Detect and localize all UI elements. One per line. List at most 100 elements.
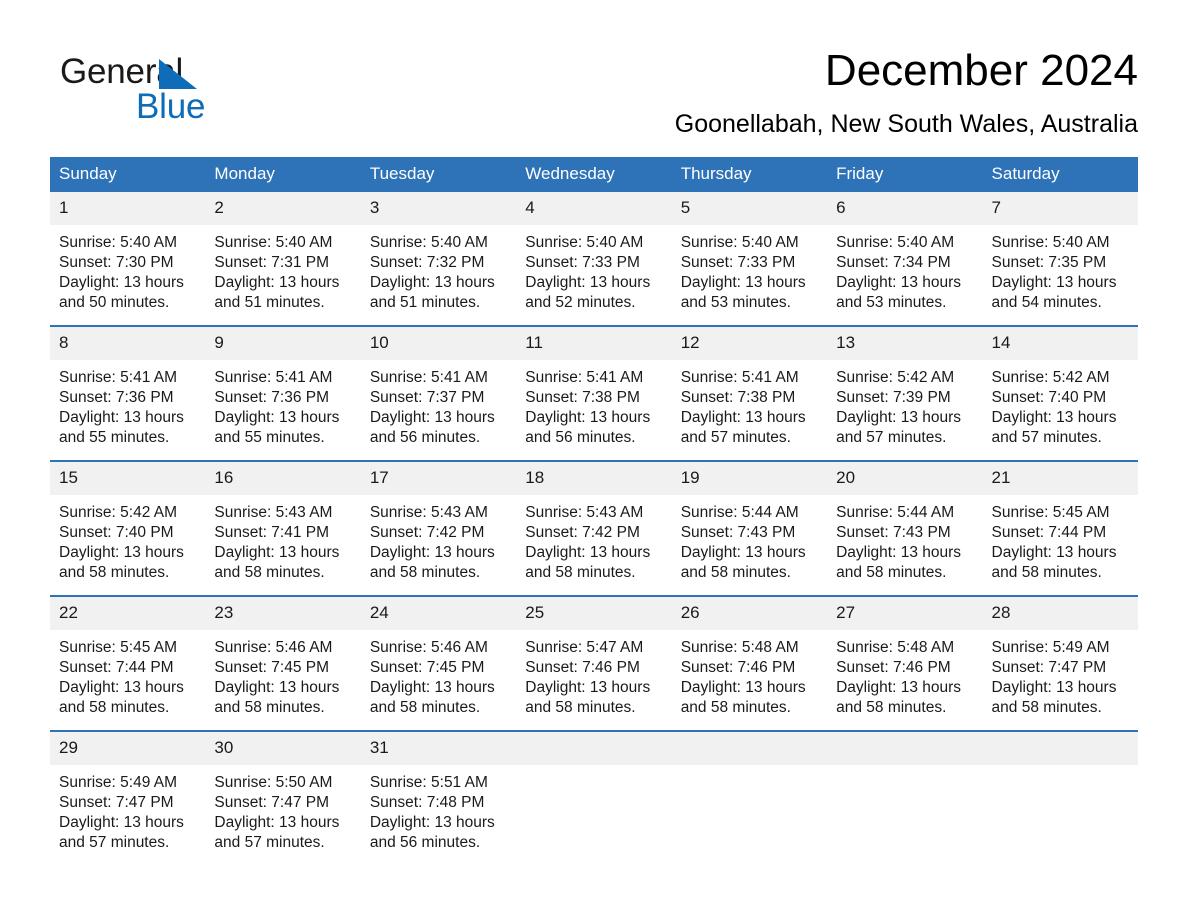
day-number: 30 — [205, 732, 361, 765]
day-cell-empty — [827, 730, 983, 865]
sunset-text: Sunset: 7:45 PM — [214, 659, 330, 676]
day-cell[interactable]: 9 Sunrise: 5:41 AM Sunset: 7:36 PM Daylight… — [205, 325, 361, 461]
sunrise-text: Sunrise: 5:42 AM — [991, 369, 1110, 386]
day-cell[interactable]: 23 Sunrise: 5:46 AM Sunset: 7:45 PM Dayligh… — [205, 595, 361, 731]
day-cell[interactable]: 14 Sunrise: 5:42 AM Sunset: 7:40 PM Dayligh… — [982, 325, 1138, 461]
general-blue-logo[interactable]: General Blue — [60, 52, 320, 132]
day-cell[interactable]: 5 Sunrise: 5:40 AM Sunset: 7:33 PM Daylight… — [671, 192, 828, 326]
sunset-text: Sunset: 7:42 PM — [369, 524, 485, 541]
sunset-text: Sunset: 7:30 PM — [59, 254, 174, 271]
sunrise-text: Sunrise: 5:43 AM — [214, 504, 333, 521]
day-cell[interactable]: 18 Sunrise: 5:43 AM Sunset: 7:42 PM Dayligh… — [516, 460, 672, 596]
daylight-text-line1: Daylight: 13 hours — [680, 274, 806, 291]
day-info: Sunrise: 5:40 AM Sunset: 7:32 PM Daylight:… — [361, 225, 516, 313]
weekday-header-friday: Friday — [827, 157, 983, 192]
day-cell[interactable]: 10 Sunrise: 5:41 AM Sunset: 7:37 PM Dayligh… — [360, 325, 517, 461]
daylight-text-line1: Daylight: 13 hours — [991, 409, 1117, 426]
day-cell[interactable]: 31 Sunrise: 5:51 AM Sunset: 7:48 PM Dayligh… — [360, 730, 517, 865]
day-cell-empty — [671, 730, 828, 865]
sunrise-text: Sunrise: 5:47 AM — [525, 639, 644, 656]
daylight-text-line1: Daylight: 13 hours — [836, 679, 962, 696]
day-cell[interactable]: 27 Sunrise: 5:48 AM Sunset: 7:46 PM Dayligh… — [827, 595, 983, 731]
daylight-text-line2: and 58 minutes. — [214, 699, 325, 716]
day-cell[interactable]: 17 Sunrise: 5:43 AM Sunset: 7:42 PM Dayligh… — [360, 460, 517, 596]
day-info: Sunrise: 5:41 AM Sunset: 7:37 PM Daylight:… — [361, 360, 516, 448]
sunrise-text: Sunrise: 5:45 AM — [59, 639, 178, 656]
sunset-text: Sunset: 7:40 PM — [59, 524, 174, 541]
logo-text-blue: Blue — [136, 87, 206, 126]
day-cell[interactable]: 28 Sunrise: 5:49 AM Sunset: 7:47 PM Dayligh… — [982, 595, 1138, 731]
sunrise-text: Sunrise: 5:41 AM — [59, 369, 178, 386]
day-number: 19 — [671, 462, 828, 495]
day-info: Sunrise: 5:40 AM Sunset: 7:33 PM Daylight:… — [516, 225, 671, 313]
day-cell[interactable]: 25 Sunrise: 5:47 AM Sunset: 7:46 PM Dayligh… — [516, 595, 672, 731]
day-cell[interactable]: 12 Sunrise: 5:41 AM Sunset: 7:38 PM Dayligh… — [671, 325, 828, 461]
sunrise-text: Sunrise: 5:40 AM — [836, 234, 955, 251]
sunset-text: Sunset: 7:38 PM — [680, 389, 796, 406]
daylight-text-line2: and 58 minutes. — [214, 564, 325, 581]
day-cell[interactable]: 21 Sunrise: 5:45 AM Sunset: 7:44 PM Dayligh… — [982, 460, 1138, 596]
day-cell[interactable]: 13 Sunrise: 5:42 AM Sunset: 7:39 PM Dayligh… — [827, 325, 983, 461]
sunrise-text: Sunrise: 5:46 AM — [369, 639, 488, 656]
day-info: Sunrise: 5:46 AM Sunset: 7:45 PM Daylight:… — [205, 630, 360, 718]
daylight-text-line2: and 58 minutes. — [59, 564, 170, 581]
day-number: 28 — [982, 597, 1138, 630]
day-cell[interactable]: 2 Sunrise: 5:40 AM Sunset: 7:31 PM Daylight… — [205, 192, 361, 326]
day-number — [516, 732, 672, 765]
day-info: Sunrise: 5:42 AM Sunset: 7:40 PM Daylight:… — [50, 495, 205, 583]
sunset-text: Sunset: 7:46 PM — [680, 659, 796, 676]
day-number: 2 — [205, 192, 361, 225]
sunrise-text: Sunrise: 5:50 AM — [214, 774, 333, 791]
day-cell[interactable]: 22 Sunrise: 5:45 AM Sunset: 7:44 PM Dayligh… — [50, 595, 206, 731]
week-row: 8 Sunrise: 5:41 AM Sunset: 7:36 PM Daylight… — [50, 325, 1138, 461]
sunrise-text: Sunrise: 5:43 AM — [525, 504, 644, 521]
sunset-text: Sunset: 7:31 PM — [214, 254, 330, 271]
daylight-text-line2: and 53 minutes. — [836, 294, 947, 311]
sunset-text: Sunset: 7:33 PM — [525, 254, 640, 271]
day-number: 31 — [360, 732, 517, 765]
week-row: 29 Sunrise: 5:49 AM Sunset: 7:47 PM Dayligh… — [50, 730, 1138, 865]
day-info: Sunrise: 5:43 AM Sunset: 7:42 PM Daylight:… — [516, 495, 671, 583]
daylight-text-line2: and 55 minutes. — [214, 429, 325, 446]
day-cell[interactable]: 19 Sunrise: 5:44 AM Sunset: 7:43 PM Dayligh… — [671, 460, 828, 596]
page-title: December 2024 — [824, 46, 1138, 95]
sunset-text: Sunset: 7:39 PM — [836, 389, 951, 406]
day-info: Sunrise: 5:42 AM Sunset: 7:39 PM Daylight:… — [827, 360, 982, 448]
weekday-header-saturday: Saturday — [982, 157, 1138, 192]
day-cell[interactable]: 3 Sunrise: 5:40 AM Sunset: 7:32 PM Daylight… — [360, 192, 517, 326]
day-cell[interactable]: 29 Sunrise: 5:49 AM Sunset: 7:47 PM Dayligh… — [50, 730, 206, 865]
day-cell[interactable]: 7 Sunrise: 5:40 AM Sunset: 7:35 PM Daylight… — [982, 192, 1138, 326]
sunrise-text: Sunrise: 5:46 AM — [214, 639, 333, 656]
day-cell[interactable]: 8 Sunrise: 5:41 AM Sunset: 7:36 PM Daylight… — [50, 325, 206, 461]
day-info: Sunrise: 5:40 AM Sunset: 7:33 PM Daylight:… — [672, 225, 827, 313]
day-number: 18 — [516, 462, 672, 495]
day-info: Sunrise: 5:42 AM Sunset: 7:40 PM Daylight:… — [983, 360, 1138, 448]
day-cell[interactable]: 30 Sunrise: 5:50 AM Sunset: 7:47 PM Dayligh… — [205, 730, 361, 865]
daylight-text-line2: and 56 minutes. — [369, 834, 481, 851]
day-cell[interactable]: 20 Sunrise: 5:44 AM Sunset: 7:43 PM Dayligh… — [827, 460, 983, 596]
daylight-text-line1: Daylight: 13 hours — [59, 544, 184, 561]
day-cell[interactable]: 4 Sunrise: 5:40 AM Sunset: 7:33 PM Daylight… — [516, 192, 672, 326]
day-info: Sunrise: 5:44 AM Sunset: 7:43 PM Daylight:… — [672, 495, 827, 583]
day-cell[interactable]: 16 Sunrise: 5:43 AM Sunset: 7:41 PM Dayligh… — [205, 460, 361, 596]
daylight-text-line1: Daylight: 13 hours — [369, 679, 495, 696]
location-subtitle: Goonellabah, New South Wales, Australia — [674, 110, 1138, 138]
day-info: Sunrise: 5:43 AM Sunset: 7:41 PM Daylight:… — [205, 495, 360, 583]
day-info: Sunrise: 5:47 AM Sunset: 7:46 PM Daylight:… — [516, 630, 671, 718]
day-cell[interactable]: 11 Sunrise: 5:41 AM Sunset: 7:38 PM Dayligh… — [516, 325, 672, 461]
daylight-text-line1: Daylight: 13 hours — [991, 274, 1117, 291]
sunset-text: Sunset: 7:48 PM — [369, 794, 485, 811]
daylight-text-line2: and 58 minutes. — [991, 699, 1102, 716]
day-cell[interactable]: 1 Sunrise: 5:40 AM Sunset: 7:30 PM Daylight… — [50, 192, 206, 326]
day-number: 22 — [50, 597, 206, 630]
day-info: Sunrise: 5:41 AM Sunset: 7:36 PM Daylight:… — [50, 360, 205, 448]
day-cell[interactable]: 24 Sunrise: 5:46 AM Sunset: 7:45 PM Dayligh… — [360, 595, 517, 731]
day-info: Sunrise: 5:40 AM Sunset: 7:34 PM Daylight:… — [827, 225, 982, 313]
daylight-text-line2: and 57 minutes. — [214, 834, 325, 851]
sunrise-text: Sunrise: 5:41 AM — [214, 369, 333, 386]
sunrise-text: Sunrise: 5:42 AM — [836, 369, 955, 386]
day-cell[interactable]: 6 Sunrise: 5:40 AM Sunset: 7:34 PM Daylight… — [827, 192, 983, 326]
sunset-text: Sunset: 7:47 PM — [991, 659, 1107, 676]
day-cell[interactable]: 15 Sunrise: 5:42 AM Sunset: 7:40 PM Dayligh… — [50, 460, 206, 596]
day-cell[interactable]: 26 Sunrise: 5:48 AM Sunset: 7:46 PM Dayligh… — [671, 595, 828, 731]
